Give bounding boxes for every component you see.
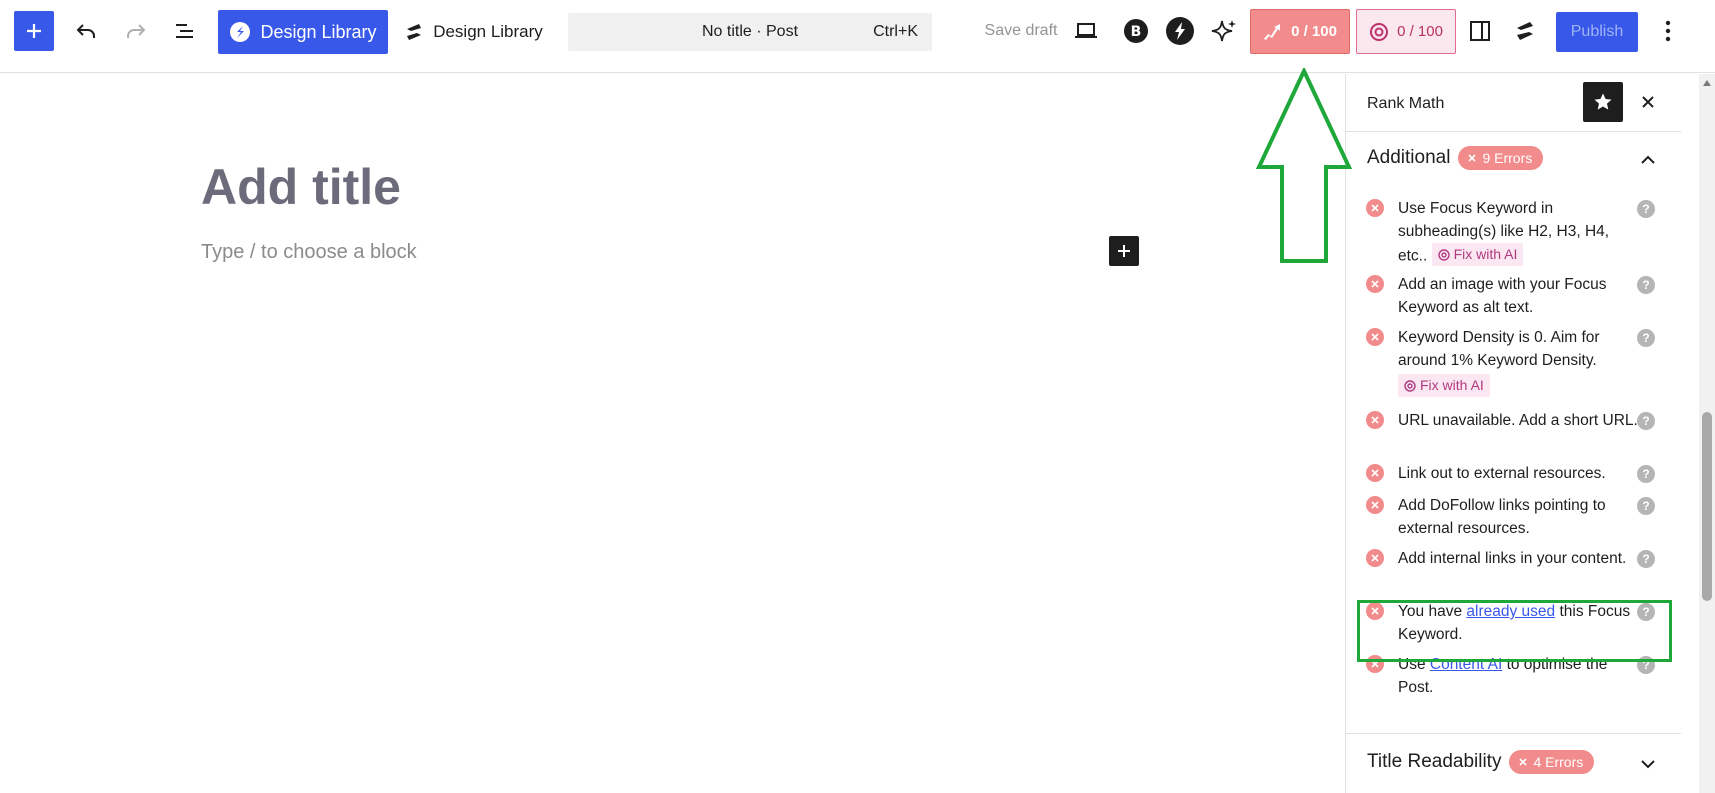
- content-ai-score: 0 / 100: [1397, 23, 1443, 40]
- help-icon[interactable]: ?: [1637, 329, 1655, 347]
- top-toolbar: Design Library Design Library No title ·…: [0, 0, 1715, 73]
- help-icon[interactable]: ?: [1637, 465, 1655, 483]
- additional-errors-badge: 9 Errors: [1458, 146, 1544, 170]
- preview-device-button[interactable]: [1066, 11, 1106, 51]
- content-ai-logo-icon: [1404, 379, 1416, 392]
- check-text: Add internal links in your content.: [1398, 550, 1627, 567]
- error-x-icon: [1366, 464, 1384, 482]
- save-draft-label: Save draft: [984, 22, 1058, 39]
- content-ai-logo-icon: [1437, 248, 1450, 261]
- error-x-icon: [1366, 496, 1384, 514]
- post-title-input[interactable]: Add title: [201, 158, 401, 216]
- bolt-circle-icon: [1166, 17, 1194, 45]
- pin-sidebar-button[interactable]: [1583, 82, 1623, 122]
- title-readability-label: Title Readability: [1367, 751, 1502, 772]
- svg-text:B: B: [1131, 24, 1142, 40]
- annotation-arrow-icon: [1256, 68, 1352, 263]
- rank-math-score: 0 / 100: [1291, 23, 1337, 40]
- x-icon: [1519, 758, 1528, 766]
- more-vertical-icon: [1665, 20, 1671, 42]
- rank-math-logo-icon: [1264, 23, 1281, 40]
- document-overview-button[interactable]: [165, 11, 205, 51]
- redo-icon: [127, 24, 146, 38]
- editor-root: Design Library Design Library No title ·…: [0, 0, 1715, 793]
- help-icon[interactable]: ?: [1637, 497, 1655, 515]
- stackable-logo-icon: [230, 22, 251, 42]
- command-palette-shortcut: Ctrl+K: [873, 23, 918, 40]
- stackable-s-icon: [407, 24, 422, 40]
- publish-button[interactable]: Publish: [1556, 12, 1638, 52]
- check-text: Use Focus Keyword in subheading(s) like …: [1398, 200, 1610, 266]
- fix-with-ai-button[interactable]: Fix with AI: [1398, 374, 1490, 397]
- error-x-icon: [1366, 199, 1384, 217]
- sidebar-header: Rank Math: [1346, 74, 1681, 132]
- help-icon[interactable]: ?: [1637, 200, 1655, 218]
- stackable-settings-button[interactable]: [1505, 11, 1545, 51]
- chevron-down-icon: [1641, 760, 1655, 769]
- help-icon[interactable]: ?: [1637, 412, 1655, 430]
- error-x-icon: [1366, 328, 1384, 346]
- laptop-icon: [1075, 23, 1097, 38]
- error-x-icon: [1366, 549, 1384, 567]
- additional-errors-count: 9 Errors: [1482, 150, 1533, 166]
- toggle-settings-sidebar-button[interactable]: [1460, 11, 1500, 51]
- error-x-icon: [1366, 411, 1384, 429]
- inline-block-inserter-button[interactable]: [1109, 236, 1139, 266]
- title-readability-errors-count: 4 Errors: [1533, 754, 1584, 770]
- block-inserter-button[interactable]: [14, 11, 54, 51]
- additional-section-header[interactable]: Additional 9 Errors: [1367, 146, 1544, 170]
- highlight-box: [1357, 600, 1672, 662]
- scrollbar-thumb[interactable]: [1702, 412, 1712, 601]
- publish-label: Publish: [1570, 23, 1624, 40]
- section-divider: [1346, 733, 1681, 734]
- plus-icon: [27, 24, 41, 38]
- title-readability-errors-badge: 4 Errors: [1509, 750, 1595, 774]
- help-icon[interactable]: ?: [1637, 550, 1655, 568]
- check-text: URL unavailable. Add a short URL.: [1398, 412, 1638, 429]
- options-button[interactable]: [1648, 11, 1688, 51]
- sidebar-title: Rank Math: [1367, 95, 1445, 112]
- close-icon: [1642, 96, 1654, 108]
- list-view-icon: [176, 24, 193, 38]
- scroll-up-arrow-icon[interactable]: [1703, 80, 1711, 86]
- sparkle-icon: [1211, 20, 1236, 42]
- design-library-primary-label: Design Library: [260, 21, 377, 42]
- content-ai-score-button[interactable]: 0 / 100: [1356, 9, 1456, 54]
- rank-math-score-button[interactable]: 0 / 100: [1250, 9, 1350, 54]
- additional-section-label: Additional: [1367, 147, 1451, 168]
- fix-with-ai-button[interactable]: Fix with AI: [1431, 243, 1524, 266]
- title-readability-section-header[interactable]: Title Readability 4 Errors: [1367, 750, 1595, 774]
- rank-math-sidebar: Rank Math Additional 9 Errors Use Focus …: [1345, 74, 1695, 793]
- check-text: Add DoFollow links pointing to external …: [1398, 497, 1606, 537]
- collapse-additional-button[interactable]: [1636, 148, 1660, 172]
- content-ai-logo-icon: [1370, 22, 1389, 41]
- blocksy-button[interactable]: B: [1116, 11, 1156, 51]
- editor-canvas: Add title Type / to choose a block: [0, 74, 1345, 793]
- design-library-secondary-label: Design Library: [433, 22, 543, 41]
- redo-button[interactable]: [116, 11, 156, 51]
- bolt-button[interactable]: [1160, 11, 1200, 51]
- check-text: Add an image with your Focus Keyword as …: [1398, 276, 1607, 316]
- undo-icon: [76, 24, 95, 38]
- ai-assistant-button[interactable]: [1204, 11, 1244, 51]
- command-palette-button[interactable]: No title · Post Ctrl+K: [568, 13, 932, 51]
- design-library-secondary-button[interactable]: Design Library: [398, 10, 548, 54]
- block-placeholder[interactable]: Type / to choose a block: [201, 241, 417, 264]
- design-library-primary-button[interactable]: Design Library: [218, 10, 388, 54]
- undo-button[interactable]: [66, 11, 106, 51]
- stackable-s-icon: [1517, 22, 1533, 40]
- b-circle-icon: B: [1124, 19, 1148, 43]
- star-icon: [1594, 93, 1612, 110]
- close-sidebar-button[interactable]: [1628, 82, 1668, 122]
- check-text: Keyword Density is 0. Aim for around 1% …: [1398, 326, 1638, 399]
- chevron-up-icon: [1641, 155, 1655, 164]
- error-x-icon: [1366, 275, 1384, 293]
- plus-icon: [1118, 245, 1130, 257]
- sidebar-icon: [1470, 21, 1490, 41]
- check-text: Link out to external resources.: [1398, 465, 1606, 482]
- x-icon: [1468, 154, 1477, 162]
- expand-title-readability-button[interactable]: [1636, 752, 1660, 776]
- help-icon[interactable]: ?: [1637, 276, 1655, 294]
